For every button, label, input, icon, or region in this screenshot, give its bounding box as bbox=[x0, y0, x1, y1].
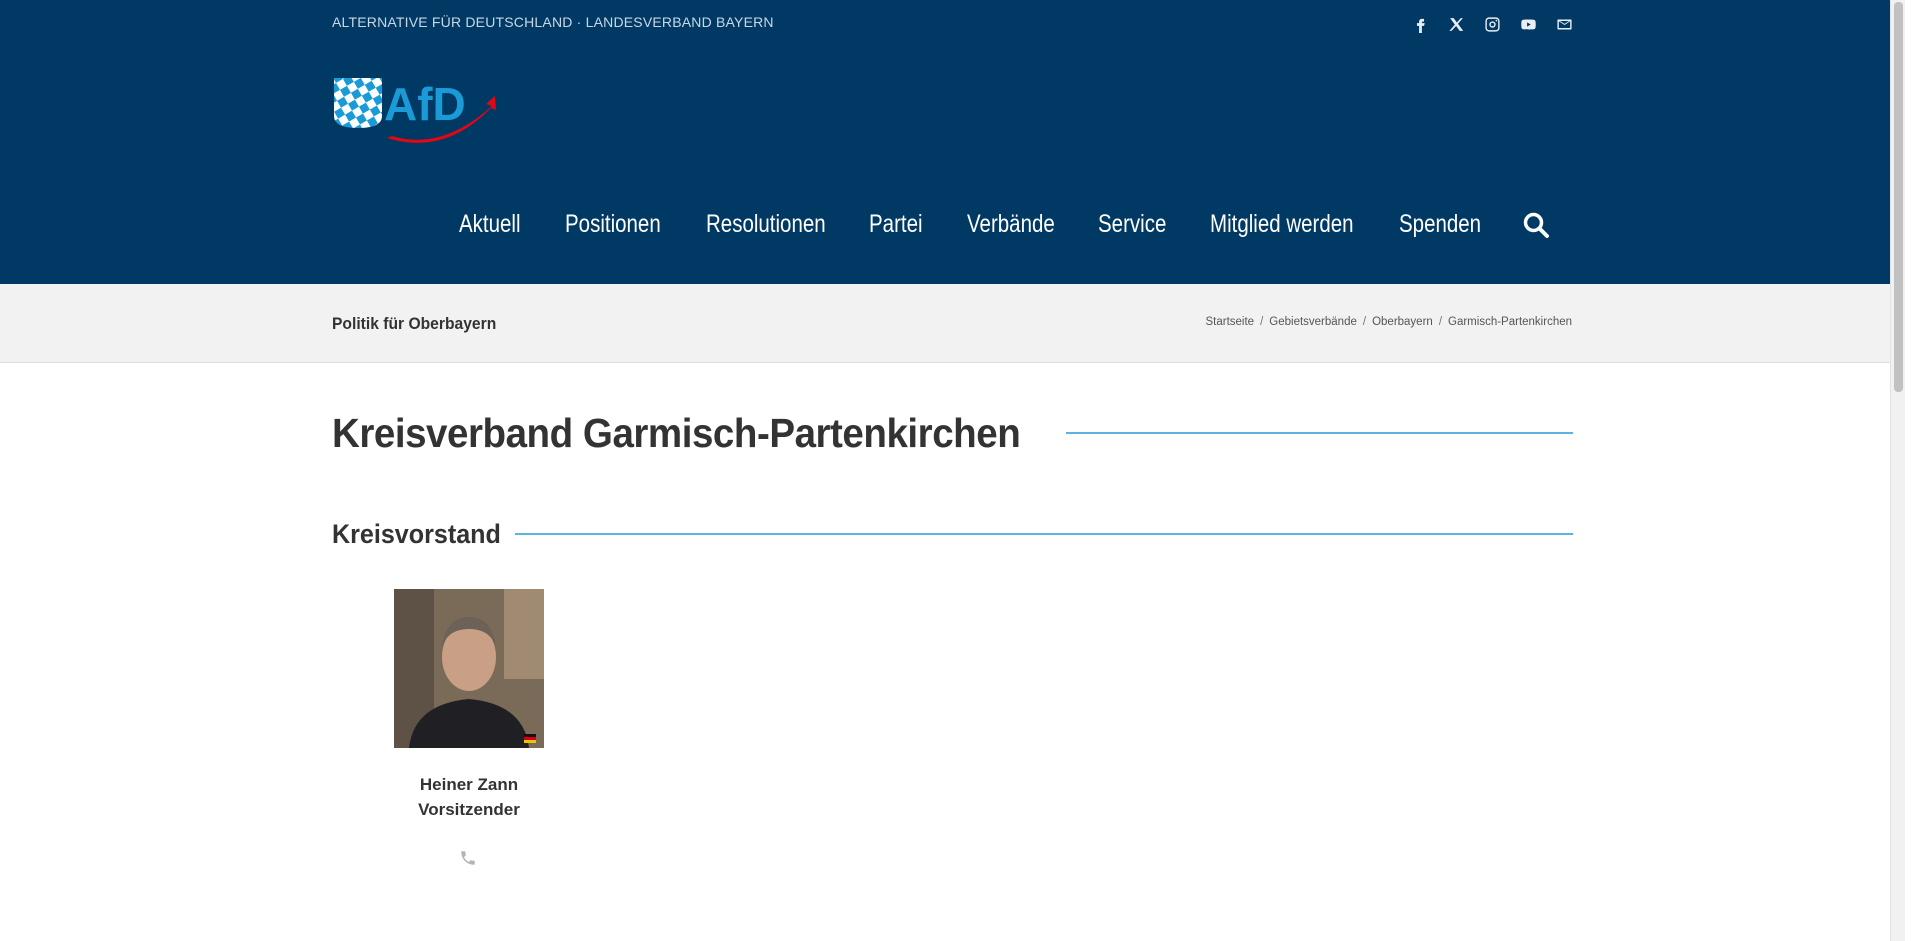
social-links bbox=[1410, 14, 1574, 34]
member-portrait bbox=[394, 589, 544, 748]
main-heading-row: Kreisverband Garmisch-Partenkirchen bbox=[332, 410, 1573, 457]
breadcrumb-current: Garmisch-Partenkirchen bbox=[1448, 316, 1572, 328]
section-divider bbox=[515, 533, 1573, 535]
vertical-scrollbar[interactable] bbox=[1890, 0, 1905, 941]
svg-text:AfD: AfD bbox=[384, 78, 466, 130]
member-name: Heiner Zann bbox=[419, 775, 519, 794]
nav-item-positionen[interactable]: Positionen bbox=[565, 206, 661, 242]
youtube-icon[interactable] bbox=[1518, 14, 1538, 34]
nav-item-partei[interactable]: Partei bbox=[869, 206, 923, 242]
nav-item-verbände[interactable]: Verbände bbox=[967, 206, 1055, 242]
phone-icon[interactable] bbox=[459, 849, 477, 867]
search-icon[interactable] bbox=[1522, 211, 1550, 239]
scrollbar-thumb[interactable] bbox=[1894, 2, 1903, 392]
member-role: Vorsitzender bbox=[418, 800, 520, 819]
nav-item-resolutionen[interactable]: Resolutionen bbox=[706, 206, 826, 242]
breadcrumb-separator: / bbox=[1362, 316, 1367, 328]
breadcrumb-separator: / bbox=[1438, 316, 1443, 328]
nav-item-mitglied-werden[interactable]: Mitglied werden bbox=[1210, 206, 1354, 242]
breadcrumb-separator: / bbox=[1260, 316, 1264, 328]
instagram-icon[interactable] bbox=[1482, 14, 1502, 34]
breadcrumb-oberbayern[interactable]: Oberbayern bbox=[1372, 316, 1433, 328]
nav-item-service[interactable]: Service bbox=[1098, 206, 1166, 242]
member-card: Heiner Zann Vorsitzender bbox=[394, 589, 544, 865]
section-heading-row: Kreisvorstand bbox=[332, 519, 1573, 555]
page-title-bar-heading: Politik für Oberbayern bbox=[332, 314, 497, 333]
afd-bayern-logo[interactable]: AfD bbox=[332, 76, 496, 144]
breadcrumb-gebietsverbaende[interactable]: Gebietsverbände bbox=[1269, 316, 1357, 328]
nav-item-spenden[interactable]: Spenden bbox=[1399, 206, 1481, 242]
page-heading: Kreisverband Garmisch-Partenkirchen bbox=[332, 410, 1021, 456]
nav-item-aktuell[interactable]: Aktuell bbox=[459, 206, 521, 242]
heading-divider bbox=[1066, 432, 1573, 434]
page: ALTERNATIVE FÜR DEUTSCHLAND · LANDESVERB… bbox=[0, 0, 1905, 941]
breadcrumb-startseite[interactable]: Startseite bbox=[1206, 316, 1255, 328]
facebook-icon[interactable] bbox=[1410, 14, 1430, 34]
breadcrumb: Startseite / Gebietsverbände / Oberbayer… bbox=[1206, 316, 1573, 328]
email-icon[interactable] bbox=[1554, 14, 1574, 34]
site-header: ALTERNATIVE FÜR DEUTSCHLAND · LANDESVERB… bbox=[0, 0, 1905, 284]
x-twitter-icon[interactable] bbox=[1446, 14, 1466, 34]
topbar-tagline: ALTERNATIVE FÜR DEUTSCHLAND · LANDESVERB… bbox=[332, 14, 774, 30]
page-title-bar: Politik für Oberbayern Startseite / Gebi… bbox=[0, 284, 1905, 363]
